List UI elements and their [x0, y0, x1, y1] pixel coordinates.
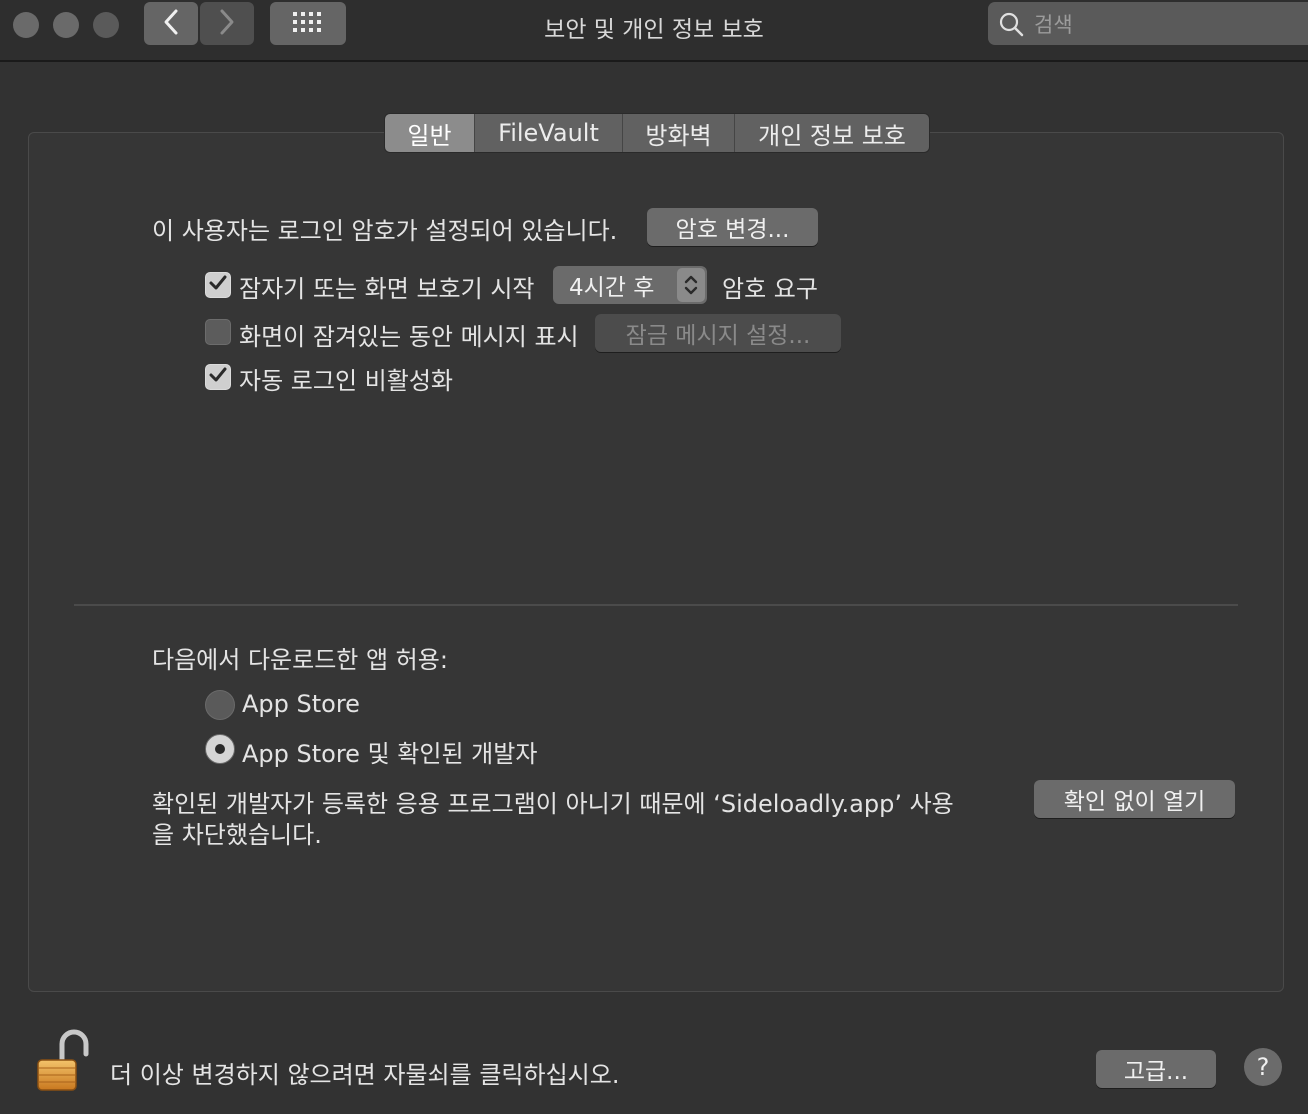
search-field[interactable]: 검색 [988, 2, 1308, 45]
disable-autologin-label: 자동 로그인 비활성화 [239, 367, 453, 395]
advanced-button[interactable]: 고급... [1096, 1050, 1216, 1088]
change-password-button[interactable]: 암호 변경... [647, 208, 818, 246]
require-password-suffix: 암호 요구 [722, 275, 818, 303]
stepper-arrows-icon [677, 268, 705, 302]
require-password-delay-popup[interactable]: 4시간 후 [553, 266, 707, 304]
lock-hint-text: 더 이상 변경하지 않으려면 자물쇠를 클릭하십시오. [110, 1061, 620, 1089]
allow-downloads-heading: 다음에서 다운로드한 앱 허용: [152, 646, 448, 674]
tab-firewall[interactable]: 방화벽 [623, 114, 735, 152]
disable-autologin-checkbox[interactable] [205, 364, 231, 390]
tab-bar: 일반 FileVault 방화벽 개인 정보 보호 [384, 113, 930, 153]
lock-icon[interactable] [32, 1028, 90, 1094]
help-button[interactable]: ? [1244, 1048, 1282, 1086]
content-panel [28, 132, 1284, 992]
tab-privacy[interactable]: 개인 정보 보호 [735, 114, 929, 152]
radio-app-store-identified-label: App Store 및 확인된 개발자 [242, 740, 538, 768]
title-bar: 보안 및 개인 정보 보호 검색 [0, 0, 1308, 62]
tab-general[interactable]: 일반 [385, 114, 475, 152]
require-password-checkbox[interactable] [205, 272, 231, 298]
blocked-app-text-line1: 확인된 개발자가 등록한 응용 프로그램이 아니기 때문에 ‘Sideloadl… [152, 790, 954, 818]
radio-app-store-label: App Store [242, 690, 360, 718]
require-password-delay-value: 4시간 후 [569, 275, 655, 301]
checkmark-icon [208, 273, 228, 297]
require-password-label: 잠자기 또는 화면 보호기 시작 [239, 275, 535, 303]
blocked-app-text-line2: 을 차단했습니다. [152, 821, 322, 849]
section-divider [74, 604, 1238, 606]
search-placeholder: 검색 [1034, 12, 1073, 37]
password-status-text: 이 사용자는 로그인 암호가 설정되어 있습니다. [152, 217, 618, 245]
radio-app-store-identified[interactable] [205, 734, 235, 764]
set-lock-message-button[interactable]: 잠금 메시지 설정... [595, 314, 841, 352]
search-icon [998, 11, 1024, 37]
show-lock-message-checkbox[interactable] [205, 319, 231, 345]
checkmark-icon [208, 365, 228, 389]
tab-filevault[interactable]: FileVault [475, 114, 623, 152]
radio-dot [215, 744, 225, 754]
show-lock-message-label: 화면이 잠겨있는 동안 메시지 표시 [239, 323, 579, 351]
open-anyway-button[interactable]: 확인 없이 열기 [1034, 780, 1235, 818]
radio-app-store[interactable] [205, 690, 235, 720]
